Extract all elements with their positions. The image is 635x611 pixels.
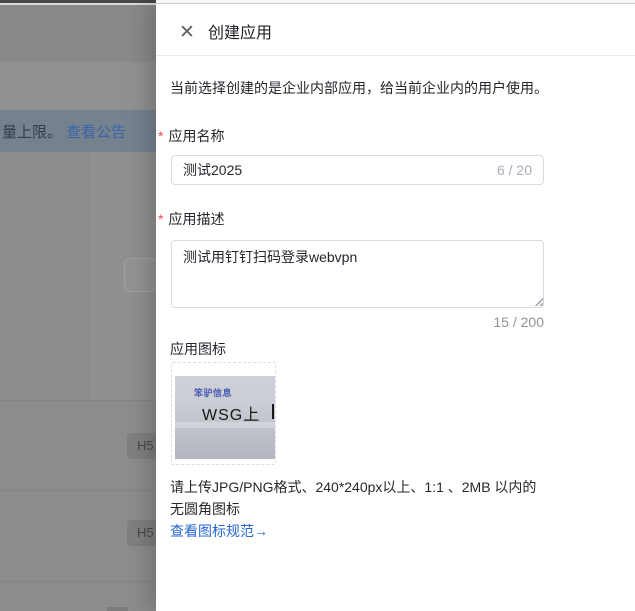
thumbnail-title-text: WSG上 [202, 401, 260, 425]
required-asterisk: * [158, 128, 163, 145]
app-name-counter: 6 / 20 [497, 156, 532, 184]
backdrop-fragment [107, 607, 128, 611]
backdrop-button-ghost [124, 258, 156, 292]
intro-text: 当前选择创建的是企业内部应用，给当前企业内的用户使用。 [170, 80, 625, 97]
backdrop-alert-link: 查看公告 [66, 121, 126, 142]
thumbnail-clipped-glyph [272, 404, 274, 419]
app-icon-label: 应用图标 [170, 341, 226, 358]
backdrop-band [0, 62, 156, 110]
backdrop-row-divider [0, 400, 156, 401]
upload-hint-line1: 请上传JPG/PNG格式、240*240px以上、1:1 、2MB 以内的 [170, 479, 590, 496]
app-name-input[interactable] [172, 156, 543, 184]
app-desc-textarea[interactable]: 测试用钉钉扫码登录webvpn [171, 240, 544, 308]
app-desc-label: * 应用描述 [158, 211, 224, 228]
modal-overlay[interactable]: 量上限。 查看公告 H5 H5 [0, 0, 156, 611]
backdrop-row-divider [0, 581, 156, 582]
upload-hint-line2: 无圆角图标 [170, 501, 590, 518]
drawer-title: 创建应用 [208, 24, 272, 43]
header-divider [156, 55, 635, 56]
close-icon[interactable]: ✕ [172, 19, 202, 47]
icon-spec-link[interactable]: 查看图标规范→ [170, 523, 268, 540]
app-name-label: * 应用名称 [158, 128, 224, 145]
app-icon-thumbnail: 笨驴信息 WSG上 [175, 376, 276, 459]
h5-badge: H5 [127, 520, 156, 546]
app-icon-upload[interactable]: 笨驴信息 WSG上 [171, 362, 276, 465]
app-name-label-text: 应用名称 [168, 128, 224, 145]
drawer-top-strip [156, 0, 635, 4]
app-name-input-wrap: 6 / 20 [171, 155, 544, 185]
create-app-drawer: ✕ 创建应用 当前选择创建的是企业内部应用，给当前企业内的用户使用。 * 应用名… [156, 0, 635, 611]
app-desc-counter: 15 / 200 [171, 314, 544, 331]
backdrop-alert-banner: 量上限。 查看公告 [0, 110, 156, 152]
h5-badge: H5 [127, 433, 156, 459]
app-icon-label-text: 应用图标 [170, 341, 226, 358]
app-desc-label-text: 应用描述 [168, 211, 224, 228]
thumbnail-brand-text: 笨驴信息 [194, 386, 232, 399]
backdrop-row-divider [0, 490, 156, 491]
required-asterisk: * [158, 211, 163, 228]
backdrop-band [0, 5, 156, 62]
backdrop-alert-text: 量上限。 [2, 121, 62, 142]
